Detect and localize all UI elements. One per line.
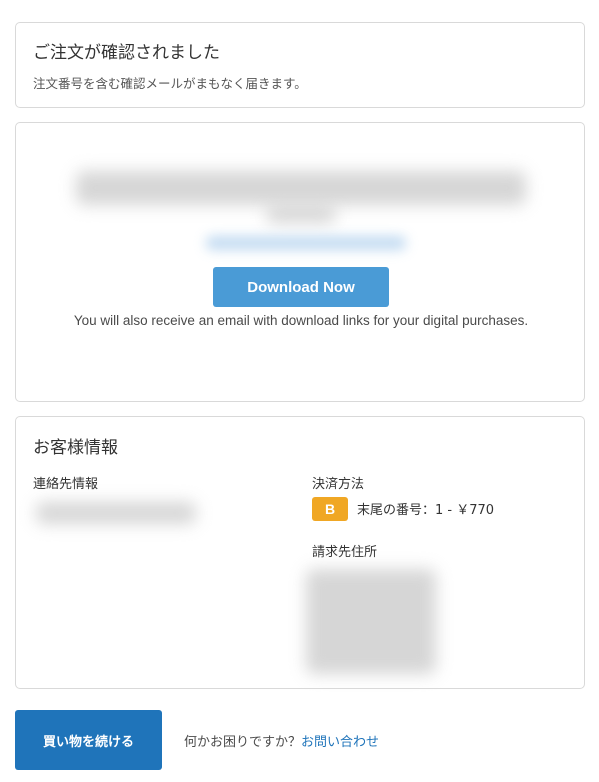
- digital-download-card: Download Now You will also receive an em…: [15, 122, 585, 402]
- help-question: 何かお困りですか？: [184, 735, 302, 750]
- confirmation-title: ご注文が確認されました: [33, 43, 220, 63]
- continue-shopping-button[interactable]: 買い物を続ける: [15, 710, 162, 770]
- help-text: 何かお困りですか？お問い合わせ: [184, 731, 379, 750]
- contact-us-link[interactable]: お問い合わせ: [301, 735, 379, 750]
- card-brand-icon: B: [312, 496, 348, 521]
- contact-info-label: 連絡先情報: [33, 477, 99, 492]
- customer-info-card: お客様情報 連絡先情報 決済方法 B 末尾の番号：1 - ￥770 請求先住所: [15, 416, 585, 689]
- redacted-product-title: [76, 171, 526, 205]
- redacted-contact-info: [36, 502, 196, 524]
- payment-method-label: 決済方法: [312, 477, 365, 492]
- order-confirmation-card: ご注文が確認されました 注文番号を含む確認メールがまもなく届きます。: [15, 22, 585, 108]
- customer-info-title: お客様情報: [33, 438, 118, 458]
- download-note: You will also receive an email with down…: [73, 313, 529, 328]
- redacted-product-title-line2: [266, 205, 336, 223]
- payment-method-row: B 末尾の番号：1 - ￥770: [312, 496, 494, 521]
- billing-address-label: 請求先住所: [312, 545, 378, 560]
- redacted-product-link: [206, 236, 406, 250]
- download-now-button[interactable]: Download Now: [213, 267, 389, 307]
- redacted-billing-address: [306, 569, 436, 674]
- confirmation-subtitle: 注文番号を含む確認メールがまもなく届きます。: [33, 76, 307, 91]
- payment-details: 末尾の番号：1 - ￥770: [357, 503, 495, 518]
